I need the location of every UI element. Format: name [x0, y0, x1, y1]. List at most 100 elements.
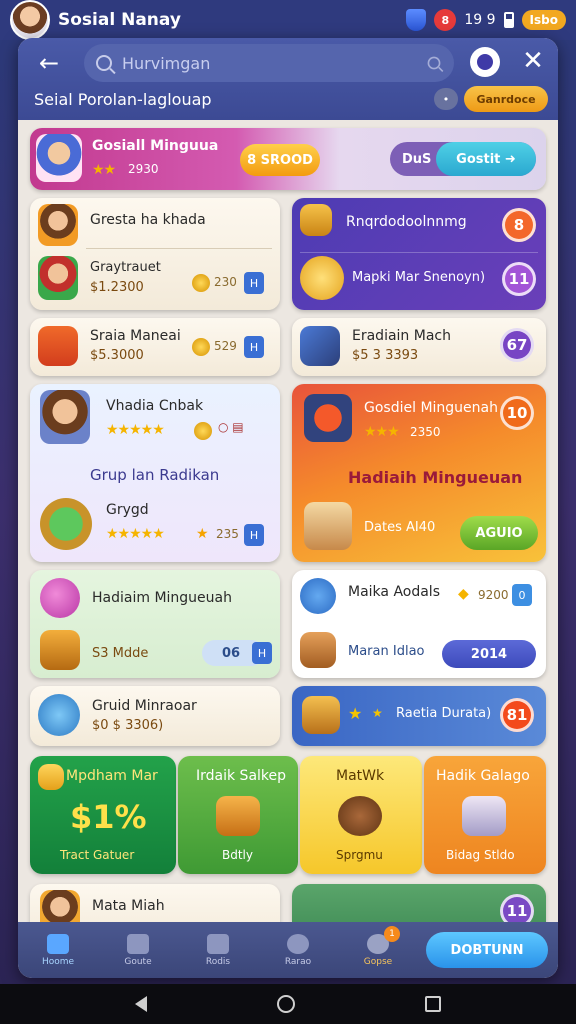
- card-title: Gresta ha khada: [90, 212, 206, 228]
- item-count: 235: [216, 527, 239, 541]
- character-icon: [38, 204, 78, 246]
- bottom-nav: Hoome Goute Rodis Rarao 1 Gopse DOBTUNN: [18, 922, 558, 978]
- card-title: Maika Aodals: [348, 584, 440, 600]
- battery-icon: [503, 12, 514, 28]
- tile-hadik[interactable]: Hadik Galago Bidag Stldo: [424, 756, 546, 874]
- primary-action-button[interactable]: DOBTUNN: [426, 932, 548, 968]
- search-input[interactable]: [122, 53, 416, 73]
- record-button[interactable]: [470, 47, 500, 77]
- search-small-icon: [427, 56, 441, 70]
- card-gosdiel[interactable]: Gosdiel Minguenah ★★★ 2350 10 Hadiaih Mi…: [292, 384, 546, 562]
- search-bar[interactable]: [84, 44, 454, 82]
- banner-card[interactable]: Gosiall Minguua ★★ 2930 8 SROOD DuS Gost…: [30, 128, 546, 190]
- card-title: Eradiain Mach: [352, 328, 451, 344]
- tile-footer: Bidag Stldo: [446, 848, 515, 862]
- nav-label: Rarao: [284, 956, 312, 967]
- card-footer: Dates AI40: [364, 520, 436, 535]
- card-subtitle: Mapki Mar Snenoyn): [352, 270, 486, 285]
- banner-go-button[interactable]: Gostit ➜: [436, 142, 536, 176]
- basket-icon: [216, 796, 260, 836]
- bird-icon: [127, 933, 149, 954]
- clock: 19 9: [464, 12, 496, 28]
- count-badge: 8: [502, 208, 536, 242]
- card-raetia[interactable]: ★ ★ Raetia Durata) 81: [292, 686, 546, 746]
- main-window: ← ✕ Seial Porolan-laglouap • Ganrdoce Go…: [18, 38, 558, 978]
- content-scroll[interactable]: Gosiall Minguua ★★ 2930 8 SROOD DuS Gost…: [18, 120, 558, 930]
- card-rnqrd[interactable]: Rnqrdodoolnnmg 8 Mapki Mar Snenoyn) 11: [292, 198, 546, 310]
- system-back-icon[interactable]: [135, 996, 147, 1012]
- character-icon: [38, 256, 78, 300]
- back-arrow-icon[interactable]: ←: [34, 48, 64, 78]
- chest-icon: [38, 764, 64, 790]
- nav-home[interactable]: Hoome: [18, 922, 98, 978]
- game-box-icon: [38, 326, 78, 366]
- coin-pill[interactable]: Isbo: [521, 10, 566, 30]
- globe-icon: [300, 578, 336, 614]
- count-badge: 67: [500, 328, 534, 362]
- card-vhadia[interactable]: Vhadia Cnbak ★★★★★ ○ ▤ Grup lan Radikan …: [30, 384, 280, 562]
- nav-rarao[interactable]: Rarao: [258, 922, 338, 978]
- status-bar: Sosial Nanay 8 19 9 Isbo: [0, 0, 576, 40]
- count-badge: 11: [502, 262, 536, 296]
- rating-stars: ★★★★★: [106, 422, 165, 438]
- nav-label: Goute: [124, 956, 152, 967]
- card-title: Sraia Maneai: [90, 328, 181, 344]
- mail-icon: [207, 933, 229, 954]
- gem-icon: [40, 578, 80, 618]
- banner-pill-button[interactable]: 8 SROOD: [240, 144, 320, 176]
- home-icon: [47, 933, 69, 954]
- card-gresta[interactable]: Gresta ha khada Graytrauet $1.2300 230 H: [30, 198, 280, 310]
- card-headline: Hadiaih Mingueuan: [348, 468, 523, 487]
- nav-label: Hoome: [41, 956, 75, 967]
- info-icon[interactable]: H: [252, 642, 272, 664]
- card-title: Vhadia Cnbak: [106, 398, 204, 414]
- creature-icon: [338, 796, 382, 836]
- card-maika[interactable]: Maika Aodals ◆ 9200 0 Maran Idlao 2014: [292, 570, 546, 678]
- tile-footer: Sprgmu: [336, 848, 383, 862]
- nav-goute[interactable]: Goute: [98, 922, 178, 978]
- item-title: Graytrauet: [90, 260, 161, 275]
- system-home-icon[interactable]: [277, 995, 295, 1013]
- nav-games[interactable]: 1 Gopse: [338, 922, 418, 978]
- info-icon[interactable]: H: [244, 336, 264, 358]
- card-gruid[interactable]: Gruid Minraoar $0 $ 3306): [30, 686, 280, 746]
- tile-mpdham[interactable]: Mpdham Mar $1% Tract Gatuer: [30, 756, 176, 874]
- value-pill[interactable]: 2014: [442, 640, 536, 668]
- action-button[interactable]: AGUIO: [460, 516, 538, 550]
- card-subtitle: Maran Idlao: [348, 644, 425, 659]
- close-icon[interactable]: ✕: [518, 46, 548, 76]
- magic-staff-icon: [38, 694, 80, 736]
- system-recents-icon[interactable]: [425, 996, 441, 1012]
- system-nav: [0, 984, 576, 1024]
- user-avatar[interactable]: [10, 0, 50, 40]
- card-eradiain[interactable]: Eradiain Mach $5 3 3393 67: [292, 318, 546, 376]
- nav-rodis[interactable]: Rodis: [178, 922, 258, 978]
- banner-rating: 2930: [128, 162, 159, 176]
- knight-icon: [300, 326, 340, 366]
- notification-badge[interactable]: 8: [434, 9, 457, 31]
- coin-icon: [194, 422, 212, 440]
- info-icon[interactable]: 0: [512, 584, 532, 606]
- tile-irdaik[interactable]: Irdaik Salkep Bdtly: [178, 756, 298, 874]
- tag-icon: ○ ▤: [218, 420, 244, 434]
- scroll-icon: [462, 796, 506, 836]
- tile-footer: Bdtly: [222, 848, 253, 862]
- top-bar: ← ✕ Seial Porolan-laglouap • Ganrdoce: [18, 38, 558, 120]
- info-icon[interactable]: H: [244, 524, 264, 546]
- tile-big-value: $1%: [70, 798, 147, 836]
- record-dot-icon: [477, 54, 493, 70]
- count-badge: 10: [500, 396, 534, 430]
- card-sraia[interactable]: Sraia Maneai $5.3000 529 H: [30, 318, 280, 376]
- tile-matwk[interactable]: MatWk Sprgmu: [300, 756, 422, 874]
- card-hadiaim[interactable]: Hadiaim Mingueuah S3 Mdde 06 H: [30, 570, 280, 678]
- treasure-icon: [302, 696, 340, 734]
- info-icon[interactable]: H: [244, 272, 264, 294]
- banner-avatar-icon: [36, 134, 82, 182]
- toggle-pill[interactable]: •: [434, 88, 458, 110]
- star-icon: ★: [348, 704, 363, 723]
- count-badge: 81: [500, 698, 534, 732]
- chest-icon: [300, 204, 332, 236]
- orange-pill-button[interactable]: Ganrdoce: [464, 86, 548, 112]
- card-title: Hadiaim Mingueuah: [92, 590, 232, 606]
- item-value: $1.2300: [90, 280, 144, 295]
